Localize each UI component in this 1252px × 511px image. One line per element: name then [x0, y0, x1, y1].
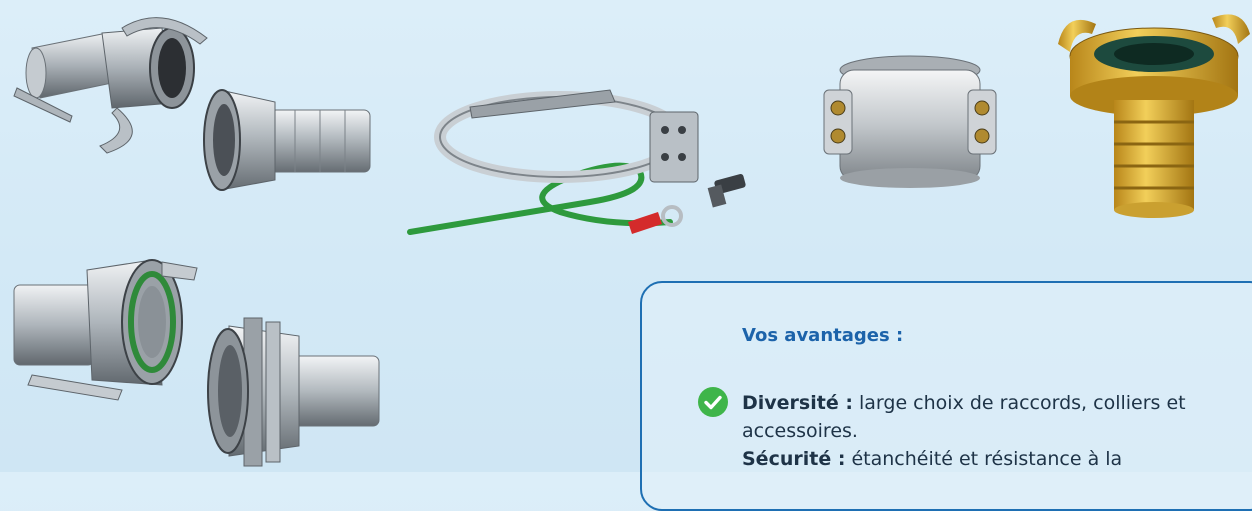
- advantage-term-securite: Sécurité :: [742, 448, 846, 470]
- guillemin-coupling-icon: [13, 259, 198, 401]
- claw-coupling-image: [1056, 4, 1252, 230]
- guillemin-coupling-image: [12, 250, 202, 405]
- check-icon: [698, 387, 728, 417]
- advantages-panel: Vos avantages : Diversité : large choix …: [640, 281, 1252, 511]
- grounding-clamp-icon: [407, 89, 746, 235]
- advantage-term-diversite: Diversité :: [742, 392, 853, 414]
- threaded-hose-tail-image: [204, 306, 384, 472]
- grounding-clamp-image: [407, 82, 770, 240]
- hose-tail-image: [200, 82, 375, 194]
- camlock-coupling-image: [12, 8, 212, 158]
- safety-clamp-icon: [823, 55, 997, 188]
- advantages-title: Vos avantages :: [742, 325, 904, 346]
- safety-clamp-image: [820, 52, 1000, 192]
- advantages-text: Diversité : large choix de raccords, col…: [742, 389, 1252, 473]
- camlock-coupling-icon: [13, 17, 208, 154]
- advantage-text-securite: étanchéité et résistance à la: [851, 448, 1123, 470]
- threaded-hose-tail-icon: [207, 317, 380, 467]
- hose-tail-icon: [203, 89, 371, 191]
- claw-coupling-icon: [1058, 14, 1250, 218]
